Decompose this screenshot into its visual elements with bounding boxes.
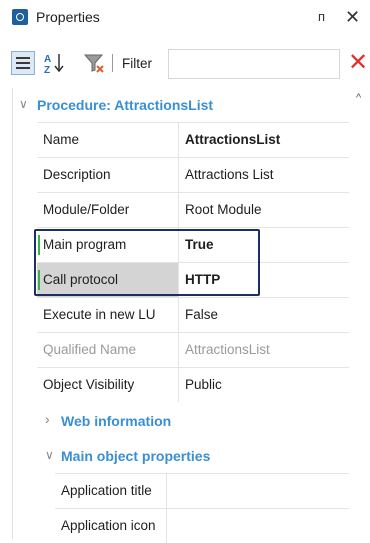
chevron-right-icon[interactable]: › (45, 411, 50, 427)
svg-text:Z: Z (44, 65, 50, 75)
category-procedure[interactable]: ∨ Procedure: AttractionsList (13, 90, 349, 120)
property-value[interactable] (167, 474, 349, 508)
property-value[interactable]: AttractionsList (179, 123, 349, 157)
svg-text:A: A (44, 54, 51, 65)
property-value[interactable]: Attractions List (179, 158, 349, 192)
property-name: Object Visibility (37, 368, 179, 402)
property-row-qualified-name[interactable]: Qualified Name AttractionsList (37, 332, 349, 367)
property-name: Execute in new LU (37, 298, 179, 332)
property-name: Name (37, 123, 179, 157)
toolbar: A Z Filter ✕ (2, 46, 368, 82)
property-name: Application icon (55, 509, 167, 543)
close-icon[interactable]: ✕ (345, 7, 360, 28)
properties-icon (12, 9, 28, 25)
property-row-execute-new-luw[interactable]: Execute in new LU False (37, 297, 349, 332)
category-web-information[interactable]: › Web information (13, 406, 349, 436)
scroll-up-arrow[interactable]: ^ (356, 92, 361, 104)
sort-az-icon[interactable]: A Z (42, 51, 66, 76)
property-name: Description (37, 158, 179, 192)
property-value: AttractionsList (185, 342, 270, 357)
category-main-object-properties[interactable]: ∨ Main object properties (13, 441, 349, 471)
filter-input[interactable] (168, 49, 340, 79)
category-label: Procedure: AttractionsList (37, 97, 214, 113)
property-value[interactable]: False (179, 298, 349, 332)
highlight-annotation-box (34, 229, 260, 296)
chevron-down-icon[interactable]: ∨ (45, 448, 54, 462)
filter-label: Filter (122, 56, 152, 71)
toolbar-separator (112, 54, 113, 72)
property-row-application-title[interactable]: Application title (55, 473, 349, 508)
property-name: Qualified Name (37, 333, 179, 367)
pin-icon[interactable]: ᴨ (318, 9, 330, 25)
property-row-description[interactable]: Description Attractions List (37, 157, 349, 192)
property-value[interactable]: Public (179, 368, 349, 402)
property-grid: ∨ Procedure: AttractionsList Name Attrac… (12, 88, 349, 543)
category-label: Web information (61, 413, 172, 429)
panel-title: Properties (36, 9, 100, 25)
chevron-down-icon[interactable]: ∨ (19, 97, 28, 111)
property-row-name[interactable]: Name AttractionsList (37, 122, 349, 157)
category-label: Main object properties (61, 448, 211, 464)
property-value[interactable]: Root Module (179, 193, 349, 227)
title-bar: Properties ᴨ ✕ (2, 5, 368, 31)
property-row-application-icon[interactable]: Application icon (55, 508, 349, 543)
property-name: Application title (55, 474, 167, 508)
filter-icon[interactable] (82, 51, 106, 75)
property-row-module-folder[interactable]: Module/Folder Root Module (37, 192, 349, 227)
clear-filter-icon[interactable]: ✕ (348, 51, 368, 75)
property-row-object-visibility[interactable]: Object Visibility Public (37, 367, 349, 402)
categorized-view-icon[interactable] (11, 51, 35, 75)
properties-panel: Properties ᴨ ✕ A Z Filter ✕ ^ ∨ Procedur… (2, 0, 368, 543)
property-value[interactable] (167, 509, 349, 543)
property-name: Module/Folder (37, 193, 179, 227)
